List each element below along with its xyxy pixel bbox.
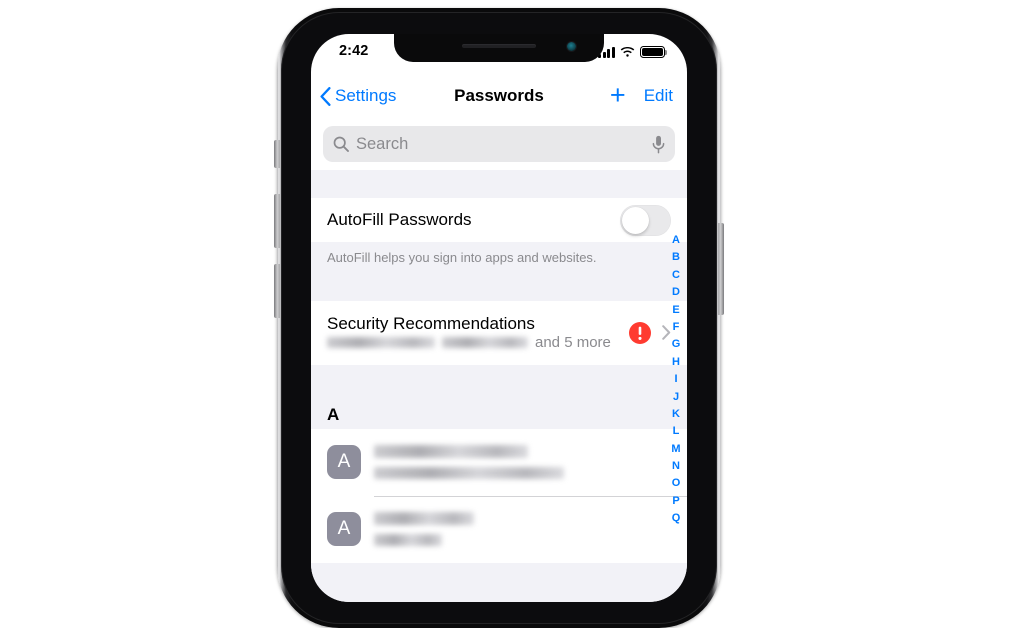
power-button[interactable]	[718, 223, 724, 315]
index-letter-c[interactable]: C	[672, 267, 680, 284]
credentials-group-a: A A	[311, 428, 687, 563]
status-bar-time: 2:42	[339, 43, 369, 59]
index-letter-k[interactable]: K	[672, 406, 680, 423]
list-item[interactable]: A	[311, 428, 687, 496]
security-recommendations-row[interactable]: Security Recommendations and 5 more	[311, 300, 687, 365]
alphabet-index-bar[interactable]: ABCDEFGHIJKLMNOPQ	[667, 170, 685, 602]
search-bar-container: Search	[311, 118, 687, 170]
security-recommendations-group: Security Recommendations and 5 more	[311, 300, 687, 365]
screenshot-stage: 2:42 Settings Passwords + Edit Search Au…	[0, 0, 1024, 628]
autofill-group: AutoFill Passwords	[311, 198, 687, 242]
credential-texts	[374, 512, 671, 547]
index-letter-f[interactable]: F	[673, 319, 680, 336]
index-letter-p[interactable]: P	[672, 493, 679, 510]
phone-screen: 2:42 Settings Passwords + Edit Search Au…	[311, 34, 687, 602]
index-letter-i[interactable]: I	[674, 371, 677, 388]
security-recommendations-title: Security Recommendations	[327, 314, 535, 334]
index-letter-h[interactable]: H	[672, 354, 680, 371]
front-camera-icon	[567, 42, 576, 51]
toggle-knob	[622, 206, 649, 234]
navigation-bar: Settings Passwords + Edit	[311, 74, 687, 118]
redacted-credential-subtitle	[374, 467, 564, 480]
settings-list[interactable]: AutoFill Passwords AutoFill helps you si…	[311, 170, 687, 602]
redacted-site-2	[442, 337, 528, 349]
nav-right-actions: + Edit	[610, 74, 673, 118]
credential-texts	[374, 445, 671, 480]
index-letter-j[interactable]: J	[673, 389, 679, 406]
avatar: A	[327, 512, 361, 547]
autofill-passwords-label: AutoFill Passwords	[327, 210, 472, 229]
security-more-count-label: and 5 more	[535, 334, 611, 352]
earpiece-speaker-icon	[462, 44, 536, 48]
add-password-button[interactable]: +	[610, 81, 626, 109]
redacted-site-1	[327, 337, 435, 349]
avatar: A	[327, 445, 361, 480]
index-letter-m[interactable]: M	[671, 441, 680, 458]
autofill-footnote: AutoFill helps you sign into apps and we…	[311, 242, 687, 267]
search-input[interactable]: Search	[323, 126, 675, 162]
index-letter-g[interactable]: G	[672, 336, 681, 353]
redacted-credential-title	[374, 512, 474, 526]
index-letter-a[interactable]: A	[672, 232, 680, 249]
index-letter-o[interactable]: O	[672, 475, 681, 492]
volume-up-button[interactable]	[274, 194, 280, 248]
index-letter-n[interactable]: N	[672, 458, 680, 475]
autofill-passwords-toggle[interactable]	[620, 204, 671, 236]
search-placeholder-text: Search	[356, 134, 409, 153]
index-letter-d[interactable]: D	[672, 284, 680, 301]
display-notch	[394, 34, 604, 62]
index-letter-l[interactable]: L	[673, 423, 680, 440]
search-icon	[333, 136, 349, 152]
section-gap-a	[311, 364, 687, 399]
status-bar-icons	[598, 44, 668, 58]
section-gap-security	[311, 266, 687, 301]
silent-switch[interactable]	[274, 140, 280, 168]
wifi-icon	[620, 47, 635, 57]
volume-down-button[interactable]	[274, 264, 280, 318]
section-gap-top	[311, 170, 687, 198]
autofill-passwords-row[interactable]: AutoFill Passwords	[311, 198, 687, 242]
redacted-credential-title	[374, 445, 528, 459]
edit-button[interactable]: Edit	[644, 86, 673, 106]
index-letter-q[interactable]: Q	[672, 510, 681, 527]
battery-icon	[640, 46, 668, 58]
section-header-a: A	[311, 398, 687, 429]
redacted-credential-subtitle	[374, 534, 442, 547]
warning-exclamation-icon	[629, 321, 651, 344]
iphone-device-frame: 2:42 Settings Passwords + Edit Search Au…	[274, 8, 724, 628]
security-recommendations-subtitle: and 5 more	[327, 334, 629, 351]
list-item[interactable]: A	[311, 495, 687, 563]
security-recommendations-texts: Security Recommendations and 5 more	[327, 314, 629, 351]
index-letter-b[interactable]: B	[672, 249, 680, 266]
microphone-icon[interactable]	[652, 135, 665, 154]
index-letter-e[interactable]: E	[672, 302, 679, 319]
